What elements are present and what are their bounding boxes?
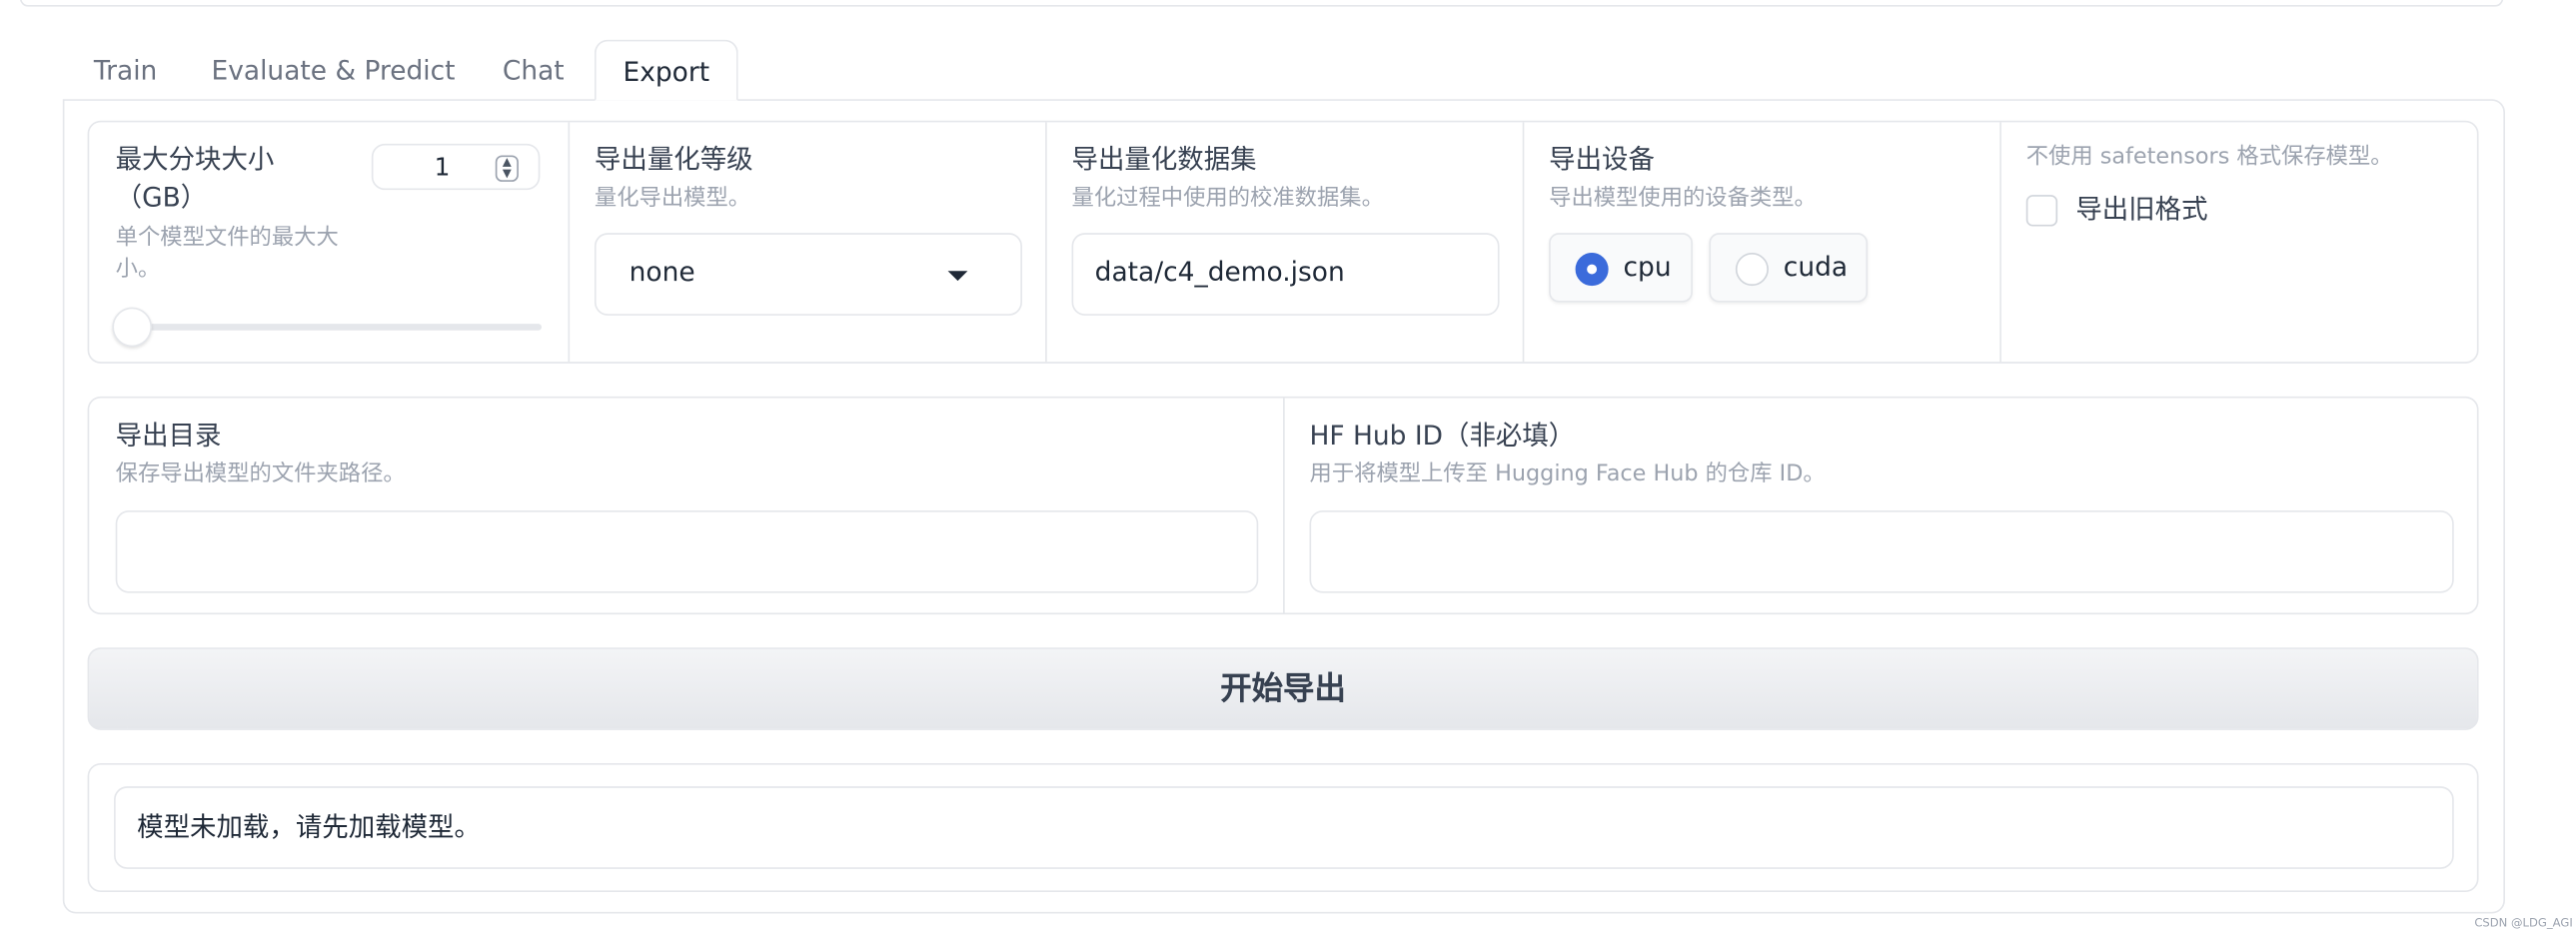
export-dir-group: 导出目录 保存导出模型的文件夹路径。 bbox=[89, 399, 1283, 613]
legacy-format-group: 不使用 safetensors 格式保存模型。 导出旧格式 bbox=[1999, 122, 2478, 363]
start-export-button[interactable]: 开始导出 bbox=[87, 647, 2479, 730]
number-stepper-icon[interactable]: ▲ ▼ bbox=[495, 155, 519, 182]
status-block: 模型未加载，请先加载模型。 bbox=[87, 763, 2479, 892]
hub-id-label: HF Hub ID（非必填） bbox=[1309, 420, 1576, 452]
export-device-label: 导出设备 bbox=[1549, 143, 1655, 176]
tab-evaluate-predict[interactable]: Evaluate & Predict bbox=[212, 40, 456, 101]
device-option-cuda[interactable]: cuda bbox=[1709, 233, 1869, 303]
export-dir-info: 保存导出模型的文件夹路径。 bbox=[115, 461, 406, 487]
watermark: CSDN @LDG_AGI bbox=[2474, 916, 2573, 931]
max-shard-size-input[interactable]: 1 ▲ ▼ bbox=[371, 143, 541, 191]
export-device-info: 导出模型使用的设备类型。 bbox=[1549, 185, 1817, 212]
max-shard-size-slider[interactable] bbox=[115, 324, 543, 331]
quant-dataset-value: data/c4_demo.json bbox=[1094, 256, 1345, 288]
hub-id-info: 用于将模型上传至 Hugging Face Hub 的仓库 ID。 bbox=[1309, 461, 1826, 487]
quant-bit-dropdown[interactable]: none bbox=[594, 233, 1022, 316]
quant-dataset-info: 量化过程中使用的校准数据集。 bbox=[1071, 185, 1384, 212]
quant-dataset-input[interactable]: data/c4_demo.json bbox=[1071, 233, 1500, 316]
radio-checked-icon bbox=[1575, 253, 1609, 287]
quant-bit-group: 导出量化等级 量化导出模型。 none bbox=[568, 122, 1045, 363]
export-dir-label: 导出目录 bbox=[115, 420, 222, 452]
max-shard-size-label: 最大分块大小 bbox=[115, 143, 275, 176]
quant-bit-info: 量化导出模型。 bbox=[594, 185, 751, 212]
radio-unchecked-icon bbox=[1735, 253, 1769, 287]
device-option-cpu-label: cpu bbox=[1623, 251, 1672, 283]
hub-id-input[interactable] bbox=[1309, 509, 2454, 593]
quant-bit-label: 导出量化等级 bbox=[594, 143, 753, 176]
max-shard-size-info: 单个模型文件的最大大 bbox=[115, 224, 339, 252]
export-dir-input[interactable] bbox=[115, 509, 1259, 593]
tab-export[interactable]: Export bbox=[594, 39, 738, 101]
status-output[interactable]: 模型未加载，请先加载模型。 bbox=[114, 786, 2454, 869]
max-shard-size-unit: （GB） bbox=[115, 181, 208, 214]
export-destination-row: 导出目录 保存导出模型的文件夹路径。 HF Hub ID（非必填） 用于将模型上… bbox=[87, 396, 2479, 615]
hub-id-group: HF Hub ID（非必填） 用于将模型上传至 Hugging Face Hub… bbox=[1283, 398, 2478, 613]
legacy-format-info: 不使用 safetensors 格式保存模型。 bbox=[2025, 143, 2393, 171]
tab-train[interactable]: Train bbox=[66, 40, 185, 101]
caret-down-icon bbox=[947, 271, 968, 282]
legacy-format-checkbox[interactable] bbox=[2025, 195, 2058, 227]
export-options-row: 最大分块大小 （GB） 单个模型文件的最大大 小。 1 ▲ ▼ 导出量化等级 量化… bbox=[87, 120, 2479, 364]
slider-handle[interactable] bbox=[112, 307, 153, 348]
previous-panel-edge bbox=[19, 0, 2504, 7]
export-page: Train Evaluate & Predict Chat Export 最大分… bbox=[0, 0, 2576, 935]
export-device-group: 导出设备 导出模型使用的设备类型。 cpu cuda bbox=[1522, 122, 2000, 363]
device-option-cuda-label: cuda bbox=[1783, 251, 1849, 283]
quant-bit-selected: none bbox=[629, 256, 695, 288]
quant-dataset-label: 导出量化数据集 bbox=[1071, 143, 1257, 176]
max-shard-size-group: 最大分块大小 （GB） 单个模型文件的最大大 小。 1 ▲ ▼ bbox=[89, 122, 568, 362]
max-shard-size-value: 1 bbox=[434, 152, 451, 182]
legacy-format-label[interactable]: 导出旧格式 bbox=[2075, 192, 2207, 228]
quant-dataset-group: 导出量化数据集 量化过程中使用的校准数据集。 data/c4_demo.json bbox=[1045, 122, 1523, 363]
tab-chat[interactable]: Chat bbox=[486, 40, 582, 101]
device-option-cpu[interactable]: cpu bbox=[1549, 233, 1693, 303]
max-shard-size-info-cont: 小。 bbox=[115, 256, 161, 283]
